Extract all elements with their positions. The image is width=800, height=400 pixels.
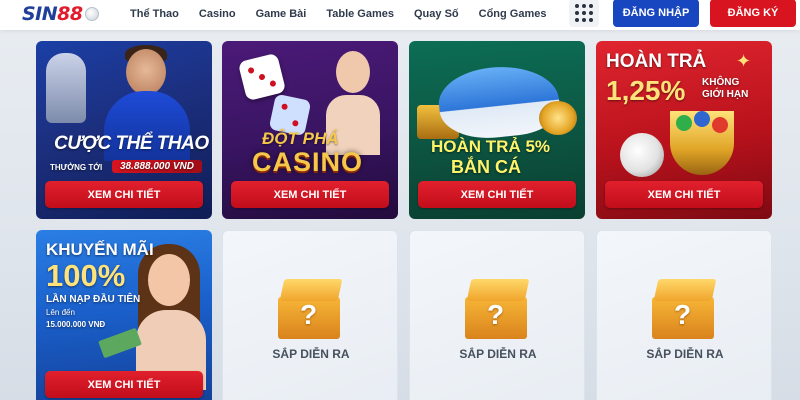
view-details-button[interactable]: XEM CHI TIẾT xyxy=(605,181,763,208)
view-details-button[interactable]: XEM CHI TIẾT xyxy=(231,181,389,208)
promo-card-sports[interactable]: CƯỢC THỂ THAO THƯỞNG TỚI 38.888.000 VND … xyxy=(36,41,212,219)
lottery-ball-icon xyxy=(676,115,692,131)
soccer-ball-image xyxy=(620,133,664,177)
view-details-button[interactable]: XEM CHI TIẾT xyxy=(45,371,203,398)
promo-title-top: HOÀN TRẢ xyxy=(606,51,707,72)
promo-title-top: HOÀN TRẢ 5% xyxy=(431,137,551,156)
nav-item-casino[interactable]: Casino xyxy=(199,8,236,20)
coins-image xyxy=(539,101,577,135)
promo-line2: GIỚI HẠN xyxy=(702,89,749,100)
view-details-button[interactable]: XEM CHI TIẾT xyxy=(418,181,576,208)
trophy-image xyxy=(46,53,86,123)
view-details-button[interactable]: XEM CHI TIẾT xyxy=(45,181,203,208)
shark-image xyxy=(435,60,563,144)
nav-item-game-portal[interactable]: Cổng Games xyxy=(479,8,547,20)
promo-card-cashback[interactable]: HOÀN TRẢ 1,25% KHÔNG GIỚI HẠN ✦ XEM CHI … xyxy=(596,41,772,219)
top-header: SIN88 Thể Thao Casino Game Bài Table Gam… xyxy=(0,0,800,30)
promo-sub-label: THƯỞNG TỚI xyxy=(50,163,103,172)
register-button[interactable]: ĐĂNG KÝ xyxy=(710,0,796,27)
promo-card-casino[interactable]: ĐỘT PHÁ CASINO XEM CHI TIẾT xyxy=(222,41,398,219)
nav-item-sports[interactable]: Thể Thao xyxy=(130,8,179,20)
nav-item-table-games[interactable]: Table Games xyxy=(326,8,394,20)
promo-title: CƯỢC THỂ THAO xyxy=(54,133,209,154)
site-logo[interactable]: SIN88 xyxy=(22,1,99,27)
promo-card-fishing[interactable]: HOÀN TRẢ 5% BẮN CÁ XEM CHI TIẾT xyxy=(409,41,585,219)
coming-soon-card: ? SẮP DIỄN RA xyxy=(222,230,398,400)
coming-soon-label: SẮP DIỄN RA xyxy=(646,347,724,361)
promo-card-welcome-bonus[interactable]: KHUYẾN MÃI 100% LẦN NẠP ĐẦU TIÊN Lên đến… xyxy=(36,230,212,400)
mystery-box-icon: ? xyxy=(465,279,531,339)
promo-line3: 15.000.000 VNĐ xyxy=(46,320,106,329)
lottery-ball-icon xyxy=(712,117,728,133)
coming-soon-label: SẮP DIỄN RA xyxy=(272,347,350,361)
login-button[interactable]: ĐĂNG NHẬP xyxy=(613,0,699,27)
coming-soon-label: SẮP DIỄN RA xyxy=(459,347,537,361)
promo-title: BẮN CÁ xyxy=(451,157,521,177)
mystery-box-icon: ? xyxy=(278,279,344,339)
coming-soon-card: ? SẮP DIỄN RA xyxy=(596,230,772,400)
promo-percent: 100% xyxy=(46,258,126,293)
sparkle-icon: ✦ xyxy=(736,51,752,71)
promo-line1: KHÔNG xyxy=(702,77,740,88)
logo-text: SIN88 xyxy=(22,3,83,25)
nav-item-card-games[interactable]: Game Bài xyxy=(256,8,307,20)
lottery-ball-icon xyxy=(694,111,710,127)
coming-soon-card: ? SẮP DIỄN RA xyxy=(409,230,585,400)
main-nav: Thể Thao Casino Game Bài Table Games Qua… xyxy=(130,0,566,28)
promo-percent: 1,25% xyxy=(606,75,686,106)
promo-amount: 38.888.000 VND xyxy=(112,160,202,173)
promo-line2: Lên đến xyxy=(46,308,75,317)
promo-title-top: KHUYẾN MÃI xyxy=(46,240,154,259)
promo-title-top: ĐỘT PHÁ xyxy=(262,129,339,148)
mystery-box-icon: ? xyxy=(652,279,718,339)
promo-line1: LẦN NẠP ĐẦU TIÊN xyxy=(46,294,141,305)
grid-menu-icon[interactable] xyxy=(569,0,599,27)
nav-item-lottery[interactable]: Quay Số xyxy=(414,8,459,20)
promo-title: CASINO xyxy=(252,147,364,177)
soccer-ball-icon xyxy=(84,7,99,21)
